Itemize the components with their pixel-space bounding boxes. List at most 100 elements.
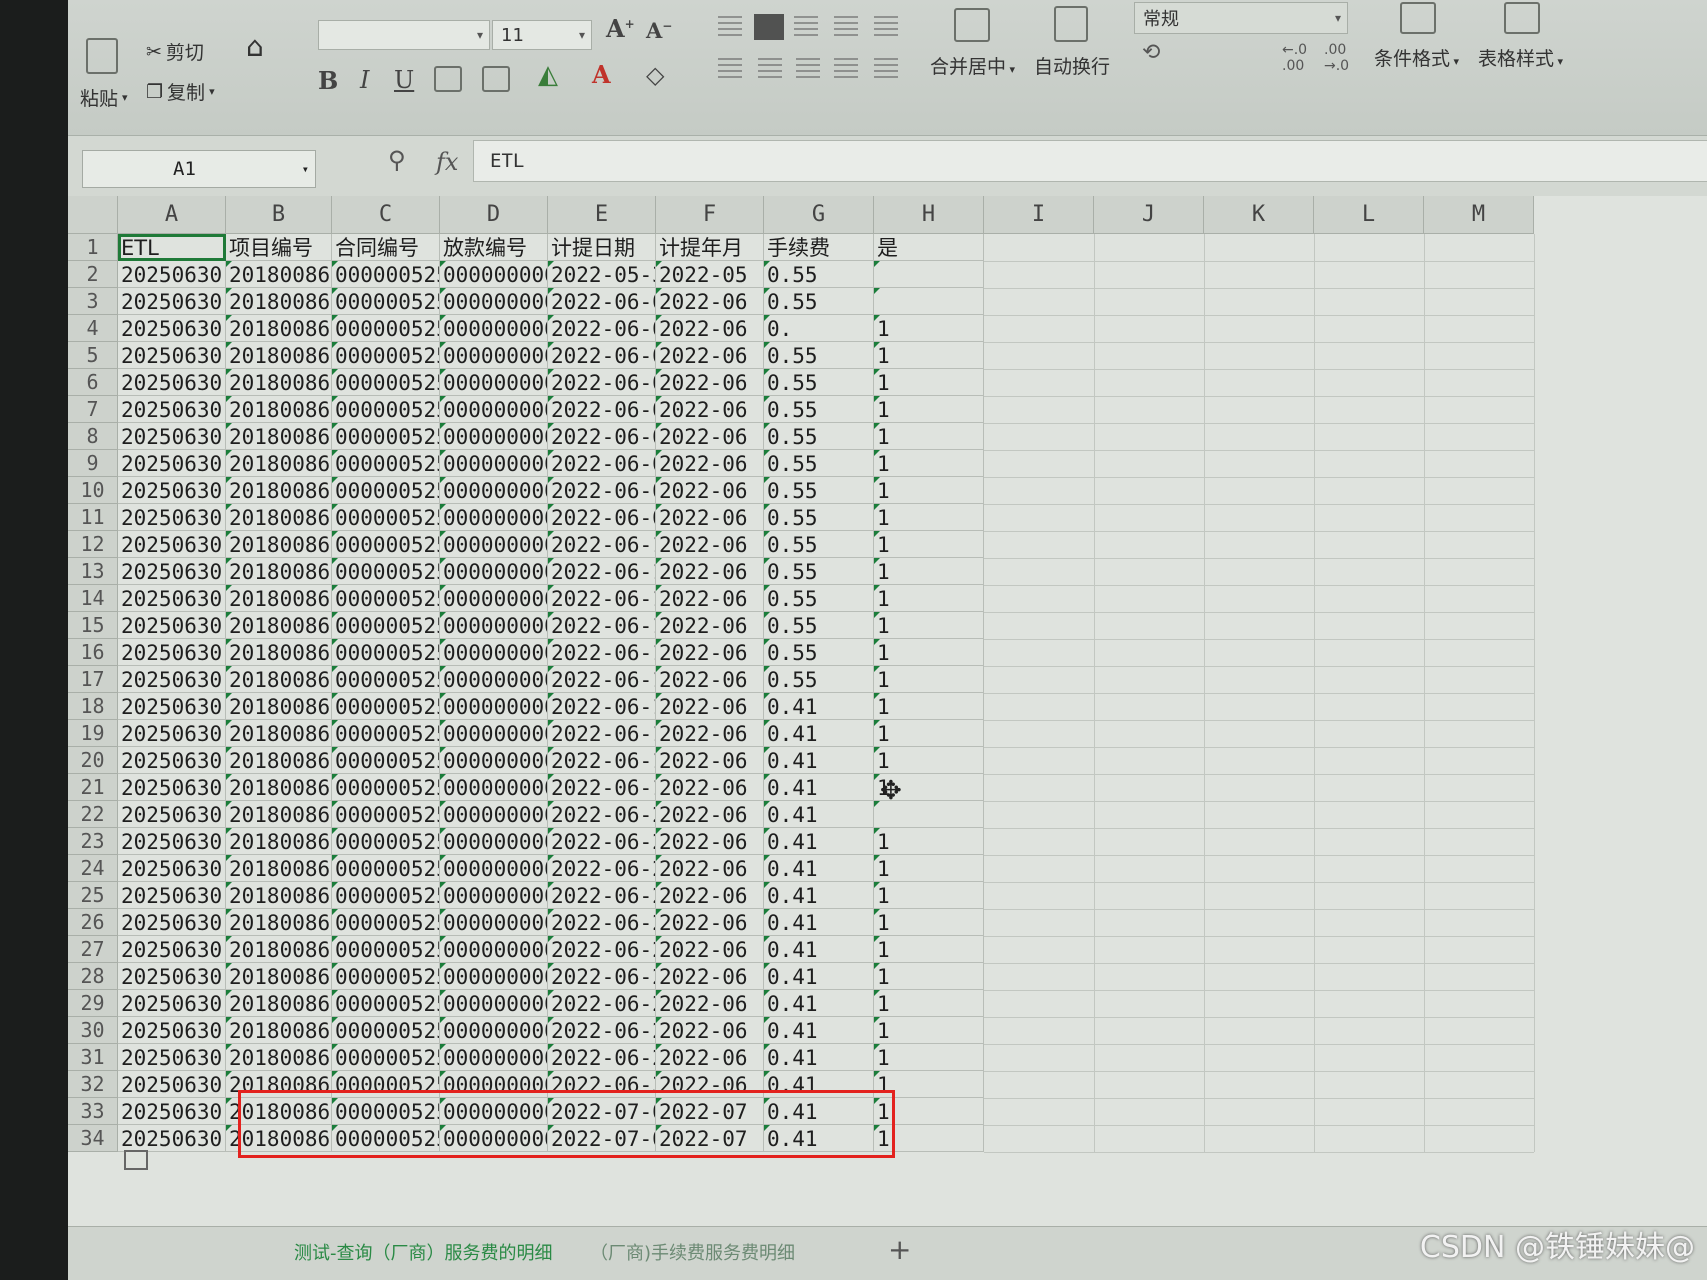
sheet-tab-fee-detail[interactable]: （厂商)手续费服务费明细 (590, 1239, 795, 1265)
table-cell[interactable]: 2022-06-1 (548, 612, 656, 639)
table-cell[interactable]: 000000525 (332, 639, 440, 666)
table-cell[interactable]: 0.41 (764, 936, 874, 963)
column-header-m[interactable]: M (1424, 196, 1534, 234)
column-header-a[interactable]: A (118, 196, 226, 234)
column-header-b[interactable]: B (226, 196, 332, 234)
currency-icon[interactable]: ⟲ (1142, 40, 1160, 65)
table-cell[interactable]: 201800863 (226, 315, 332, 342)
table-cell[interactable]: 0.55 (764, 666, 874, 693)
table-cell[interactable]: 20250630 (118, 423, 226, 450)
sheet-nav-icon[interactable] (124, 1150, 148, 1170)
bold-button[interactable]: B (318, 66, 338, 95)
paste-icon[interactable] (86, 38, 118, 74)
table-cell[interactable]: 201800863 (226, 639, 332, 666)
row-header[interactable]: 20 (68, 747, 118, 774)
table-cell[interactable]: 20250630 (118, 801, 226, 828)
table-cell[interactable]: 000000525 (332, 936, 440, 963)
table-cell[interactable]: 2022-06-0 (548, 342, 656, 369)
merge-center-icon[interactable] (954, 8, 990, 42)
table-cell[interactable]: 1 (874, 369, 984, 396)
table-cell[interactable]: 20250630 (118, 828, 226, 855)
distribute-icon[interactable] (874, 58, 898, 78)
table-cell[interactable]: 2022-06-2 (548, 909, 656, 936)
table-cell[interactable]: 201800863 (226, 423, 332, 450)
table-cell[interactable]: 000000525 (332, 396, 440, 423)
table-cell[interactable]: 000000000 (440, 693, 548, 720)
table-cell[interactable]: 2022-06 (656, 1017, 764, 1044)
number-format-select[interactable]: 常规 ▾ (1134, 2, 1348, 34)
table-cell[interactable]: 20250630 (118, 585, 226, 612)
table-cell[interactable]: 000000525 (332, 261, 440, 288)
table-cell[interactable]: 1 (874, 315, 984, 342)
table-cell[interactable]: 2022-06 (656, 693, 764, 720)
table-cell[interactable]: 0.55 (764, 261, 874, 288)
table-cell[interactable]: 2022-06 (656, 963, 764, 990)
cell-style-icon[interactable] (482, 66, 510, 92)
add-sheet-button[interactable]: + (888, 1233, 911, 1266)
table-cell[interactable]: 20250630 (118, 558, 226, 585)
column-header-l[interactable]: L (1314, 196, 1424, 234)
table-cell[interactable]: 20250630 (118, 909, 226, 936)
select-all-corner[interactable] (68, 196, 118, 234)
format-painter-button[interactable]: ⌂ (246, 30, 264, 63)
row-header[interactable]: 33 (68, 1098, 118, 1125)
header-cell[interactable]: ETL (118, 234, 226, 261)
row-header[interactable]: 2 (68, 261, 118, 288)
table-cell[interactable]: 201800863 (226, 693, 332, 720)
table-cell[interactable]: 2022-06 (656, 288, 764, 315)
row-header[interactable]: 8 (68, 423, 118, 450)
table-cell[interactable]: 201800863 (226, 882, 332, 909)
table-cell[interactable]: 1 (874, 1044, 984, 1071)
column-header-c[interactable]: C (332, 196, 440, 234)
table-cell[interactable]: 0.55 (764, 288, 874, 315)
row-header[interactable]: 16 (68, 639, 118, 666)
table-cell[interactable]: 2022-06-0 (548, 423, 656, 450)
table-cell[interactable]: 2022-06-2 (548, 1044, 656, 1071)
table-cell[interactable]: 000000000 (440, 531, 548, 558)
table-cell[interactable]: 20250630 (118, 504, 226, 531)
table-cell[interactable]: 0.41 (764, 990, 874, 1017)
align-bottom-icon[interactable] (794, 16, 818, 36)
table-cell[interactable]: 000000000 (440, 1044, 548, 1071)
table-cell[interactable]: 000000000 (440, 963, 548, 990)
table-cell[interactable]: 2022-06 (656, 477, 764, 504)
table-cell[interactable]: 000000000 (440, 585, 548, 612)
table-cell[interactable]: 2022-06-2 (548, 963, 656, 990)
table-cell[interactable]: 20250630 (118, 882, 226, 909)
table-cell[interactable]: 000000000 (440, 882, 548, 909)
table-cell[interactable]: 0.41 (764, 747, 874, 774)
header-cell[interactable]: 放款编号 (440, 234, 548, 261)
table-cell[interactable]: 2022-06 (656, 801, 764, 828)
table-cell[interactable]: 000000000 (440, 288, 548, 315)
table-cell[interactable]: 1 (874, 855, 984, 882)
table-cell[interactable]: 2022-06 (656, 585, 764, 612)
table-cell[interactable]: 20250630 (118, 747, 226, 774)
table-cell[interactable]: 2022-06 (656, 450, 764, 477)
table-cell[interactable]: 1 (874, 504, 984, 531)
table-cell[interactable]: 000000525 (332, 369, 440, 396)
search-icon[interactable]: ⚲ (388, 146, 406, 174)
row-header[interactable]: 32 (68, 1071, 118, 1098)
table-cell[interactable]: 0.55 (764, 504, 874, 531)
table-cell[interactable]: 20250630 (118, 666, 226, 693)
row-header[interactable]: 6 (68, 369, 118, 396)
table-cell[interactable]: 2022-06-2 (548, 1017, 656, 1044)
header-cell[interactable]: 手续费 (764, 234, 874, 261)
table-cell[interactable]: 20250630 (118, 450, 226, 477)
copy-button[interactable]: ❐ 复制 ▾ (146, 78, 215, 105)
table-cell[interactable]: 000000525 (332, 774, 440, 801)
table-cell[interactable]: 2022-06 (656, 666, 764, 693)
table-cell[interactable]: 2022-06 (656, 612, 764, 639)
row-header[interactable]: 11 (68, 504, 118, 531)
header-cell[interactable]: 计提日期 (548, 234, 656, 261)
table-cell[interactable]: 20250630 (118, 396, 226, 423)
increase-font-icon[interactable]: A+ (606, 14, 635, 43)
column-header-j[interactable]: J (1094, 196, 1204, 234)
row-header[interactable]: 7 (68, 396, 118, 423)
row-header[interactable]: 13 (68, 558, 118, 585)
table-cell[interactable]: 201800863 (226, 936, 332, 963)
table-cell[interactable]: 2022-06-1 (548, 774, 656, 801)
table-cell[interactable]: 2022-06-1 (548, 666, 656, 693)
table-cell[interactable]: 2022-06 (656, 747, 764, 774)
row-header[interactable]: 22 (68, 801, 118, 828)
